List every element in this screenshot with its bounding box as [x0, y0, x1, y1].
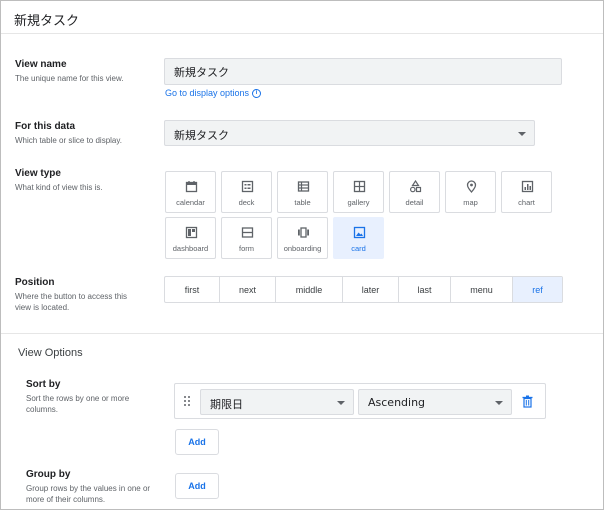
for-this-data-label: For this data: [15, 121, 76, 132]
deck-icon: [241, 180, 254, 193]
sort-add-button[interactable]: Add: [175, 429, 219, 455]
position-later[interactable]: later: [343, 277, 399, 302]
view-type-dashboard[interactable]: dashboard: [165, 217, 216, 259]
view-name-desc: The unique name for this view.: [15, 74, 124, 83]
sort-rule-row: 期限日 Ascending: [174, 383, 546, 419]
view-type-calendar[interactable]: calendar: [165, 171, 216, 213]
view-type-label-text: onboarding: [283, 244, 322, 253]
info-icon: i: [252, 88, 262, 98]
view-type-label-text: card: [351, 244, 366, 253]
section-divider: [1, 333, 603, 334]
view-name-label: View name: [15, 59, 67, 70]
panel-title: 新規タスク: [14, 14, 80, 29]
view-type-table[interactable]: table: [277, 171, 328, 213]
for-this-data-desc: Which table or slice to display.: [15, 136, 123, 145]
position-label: Position: [15, 277, 55, 288]
view-type-card[interactable]: card: [333, 217, 384, 259]
view-type-deck[interactable]: deck: [221, 171, 272, 213]
view-type-label-text: dashboard: [172, 244, 209, 253]
view-name-field[interactable]: [164, 58, 562, 85]
position-first[interactable]: first: [165, 277, 220, 302]
group-add-button[interactable]: Add: [175, 473, 219, 499]
data-source-value: 新規タスク: [174, 129, 229, 142]
form-icon: [241, 227, 254, 238]
view-type-detail[interactable]: detail: [389, 171, 440, 213]
position-segmented-control: first next middle later last menu ref: [164, 276, 563, 303]
view-type-label-text: gallery: [347, 198, 370, 207]
view-type-label-text: table: [294, 198, 311, 207]
view-type-label-text: calendar: [176, 198, 205, 207]
image-icon: [353, 226, 366, 239]
table-icon: [297, 181, 310, 192]
view-type-label-text: form: [239, 244, 254, 253]
position-desc: Where the button to access this view is …: [15, 292, 128, 312]
view-type-label-text: detail: [405, 198, 424, 207]
sort-order-select[interactable]: Ascending: [358, 389, 512, 415]
view-type-label-text: deck: [238, 198, 255, 207]
view-editor-panel: 新規タスク View name The unique name for this…: [0, 0, 604, 510]
group-by-label: Group by: [26, 469, 71, 480]
position-menu[interactable]: menu: [451, 277, 513, 302]
trash-icon[interactable]: [522, 395, 533, 408]
view-type-label-text: map: [463, 198, 478, 207]
chevron-down-icon: [518, 132, 526, 136]
sort-by-label: Sort by: [26, 379, 61, 390]
position-middle[interactable]: middle: [276, 277, 343, 302]
map-pin-icon: [466, 180, 477, 193]
view-type-form[interactable]: form: [221, 217, 272, 259]
panel-header: 新規タスク: [1, 1, 603, 34]
view-type-onboarding[interactable]: onboarding: [277, 217, 328, 259]
sort-column-select[interactable]: 期限日: [200, 389, 354, 415]
view-type-map[interactable]: map: [445, 171, 496, 213]
view-type-chart[interactable]: chart: [501, 171, 552, 213]
gallery-icon: [353, 180, 366, 193]
view-options-title: View Options: [18, 347, 83, 359]
sort-order-value: Ascending: [368, 396, 426, 409]
chevron-down-icon: [495, 401, 503, 405]
chevron-down-icon: [337, 401, 345, 405]
view-name-input[interactable]: [165, 59, 561, 84]
shapes-icon: [409, 180, 422, 193]
onboarding-icon: [298, 227, 309, 238]
drag-handle-icon[interactable]: [184, 396, 191, 407]
view-type-desc: What kind of view this is.: [15, 183, 103, 192]
position-last[interactable]: last: [399, 277, 451, 302]
position-ref[interactable]: ref: [513, 277, 562, 302]
display-options-link[interactable]: Go to display options i: [165, 88, 262, 98]
sort-column-value: 期限日: [210, 398, 243, 411]
group-by-desc: Group rows by the values in one or more …: [26, 484, 151, 504]
calendar-icon: [185, 181, 198, 193]
dashboard-icon: [185, 226, 198, 239]
sort-by-desc: Sort the rows by one or more columns.: [26, 394, 130, 414]
display-options-link-text[interactable]: Go to display options: [165, 88, 249, 98]
view-type-gallery[interactable]: gallery: [333, 171, 384, 213]
chart-icon: [521, 180, 534, 193]
data-source-select[interactable]: 新規タスク: [164, 120, 535, 146]
view-type-label: View type: [15, 168, 61, 179]
position-next[interactable]: next: [220, 277, 276, 302]
view-type-label-text: chart: [518, 198, 535, 207]
